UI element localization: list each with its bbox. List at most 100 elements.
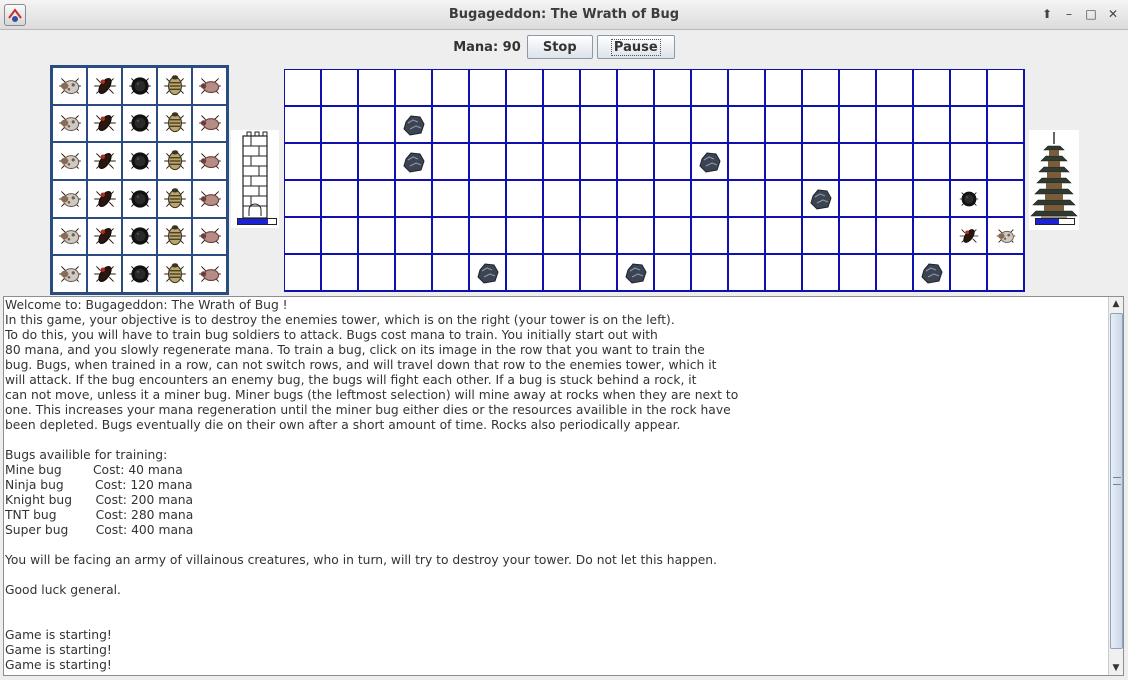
window-title: Bugageddon: The Wrath of Bug: [448, 7, 680, 22]
bug-train-cell[interactable]: [122, 67, 157, 105]
tnt-bug-icon: [163, 150, 186, 171]
bug-train-cell[interactable]: [52, 217, 87, 256]
battlefield-cell: [359, 255, 396, 292]
mana-label: Mana: 90: [453, 39, 521, 55]
battlefield-cell: [581, 218, 618, 255]
maximize-icon[interactable]: □: [1082, 5, 1100, 23]
bug-train-cell[interactable]: [157, 255, 192, 293]
bug-train-cell[interactable]: [122, 142, 157, 180]
battlefield-cell: [655, 255, 692, 292]
bug-train-cell[interactable]: [157, 104, 192, 143]
bug-train-cell[interactable]: [192, 217, 227, 256]
scroll-down-icon[interactable]: ▼: [1109, 661, 1123, 675]
bug-train-cell[interactable]: [122, 217, 157, 256]
bug-train-cell[interactable]: [87, 67, 122, 105]
battlefield-cell: [544, 218, 581, 255]
bug-train-cell[interactable]: [87, 255, 122, 293]
pause-button[interactable]: Pause: [596, 35, 675, 59]
battlefield-cell: [507, 181, 544, 218]
battlefield-cell: [433, 218, 470, 255]
battlefield-cell: [359, 144, 396, 181]
battlefield-cell: [655, 107, 692, 144]
bug-train-cell[interactable]: [192, 67, 227, 105]
shade-icon[interactable]: ⬆: [1038, 5, 1056, 23]
battlefield-cell: [581, 70, 618, 107]
bug-train-cell[interactable]: [52, 104, 87, 143]
mine-bug-icon: [996, 228, 1015, 243]
battlefield-cell: [618, 181, 655, 218]
mine-bug-icon: [58, 190, 81, 207]
rock-icon: [624, 262, 647, 284]
battlefield-cell: [507, 218, 544, 255]
battlefield-cell: [729, 107, 766, 144]
battlefield-cell: [359, 70, 396, 107]
battlefield-cell: [877, 181, 914, 218]
knight-bug-icon: [128, 77, 151, 95]
super-bug-icon: [198, 228, 221, 245]
bug-train-cell[interactable]: [192, 104, 227, 143]
battlefield-cell: [840, 70, 877, 107]
bug-train-cell[interactable]: [192, 255, 227, 293]
tnt-bug-icon: [163, 112, 186, 133]
bug-train-cell[interactable]: [52, 180, 87, 218]
scroll-up-icon[interactable]: ▲: [1109, 297, 1123, 311]
battlefield-cell: [322, 218, 359, 255]
bug-train-cell[interactable]: [192, 180, 227, 218]
message-log[interactable]: Welcome to: Bugageddon: The Wrath of Bug…: [3, 296, 1124, 676]
bug-train-cell[interactable]: [122, 255, 157, 293]
scrollbar-thumb[interactable]: [1110, 313, 1123, 649]
bug-train-cell[interactable]: [157, 180, 192, 218]
super-bug-icon: [198, 115, 221, 132]
bug-train-cell[interactable]: [87, 180, 122, 218]
knight-bug-icon: [128, 190, 151, 208]
log-scrollbar[interactable]: ▲ ▼: [1108, 297, 1123, 675]
bug-train-cell[interactable]: [192, 142, 227, 180]
battlefield-cell: [544, 255, 581, 292]
pagoda-icon: [1030, 132, 1078, 224]
bug-train-cell[interactable]: [122, 104, 157, 143]
battlefield-cell: [322, 70, 359, 107]
bug-train-cell[interactable]: [157, 142, 192, 180]
battlefield-cell: [655, 218, 692, 255]
battlefield-cell: [766, 70, 803, 107]
close-icon[interactable]: ✕: [1104, 5, 1122, 23]
battlefield-cell: [581, 255, 618, 292]
bug-train-cell[interactable]: [52, 67, 87, 105]
mine-bug-icon: [58, 266, 81, 283]
battlefield-cell: [396, 255, 433, 292]
battlefield-cell: [877, 144, 914, 181]
tower-icon: [242, 131, 268, 219]
stop-button[interactable]: Stop: [526, 35, 593, 59]
battlefield-cell: [988, 181, 1025, 218]
battlefield-cell: [396, 107, 433, 144]
battlefield-cell: [803, 255, 840, 292]
bug-train-cell[interactable]: [87, 104, 122, 143]
bug-train-cell[interactable]: [52, 255, 87, 293]
battlefield-cell: [692, 107, 729, 144]
minimize-icon[interactable]: –: [1060, 5, 1078, 23]
bug-train-cell[interactable]: [87, 217, 122, 256]
battlefield-cell: [655, 70, 692, 107]
bug-train-cell[interactable]: [157, 217, 192, 256]
rock-icon: [402, 114, 425, 136]
battlefield-cell: [914, 181, 951, 218]
battlefield-cell: [803, 144, 840, 181]
bug-train-cell[interactable]: [87, 142, 122, 180]
battlefield-cell: [729, 218, 766, 255]
ninja-bug-icon: [93, 77, 116, 94]
battlefield-cell: [618, 144, 655, 181]
bug-train-cell[interactable]: [157, 67, 192, 105]
battlefield-cell: [544, 70, 581, 107]
battlefield-cell: [692, 181, 729, 218]
bug-train-cell[interactable]: [52, 142, 87, 180]
mine-bug-icon: [58, 228, 81, 245]
battlefield-cell: [285, 181, 322, 218]
bug-train-cell[interactable]: [122, 180, 157, 218]
battlefield-cell: [359, 181, 396, 218]
battlefield-cell: [507, 144, 544, 181]
battlefield-cell: [877, 107, 914, 144]
battlefield-cell: [396, 70, 433, 107]
battlefield-cell: [951, 255, 988, 292]
battlefield-cell: [470, 255, 507, 292]
battlefield-cell: [840, 181, 877, 218]
